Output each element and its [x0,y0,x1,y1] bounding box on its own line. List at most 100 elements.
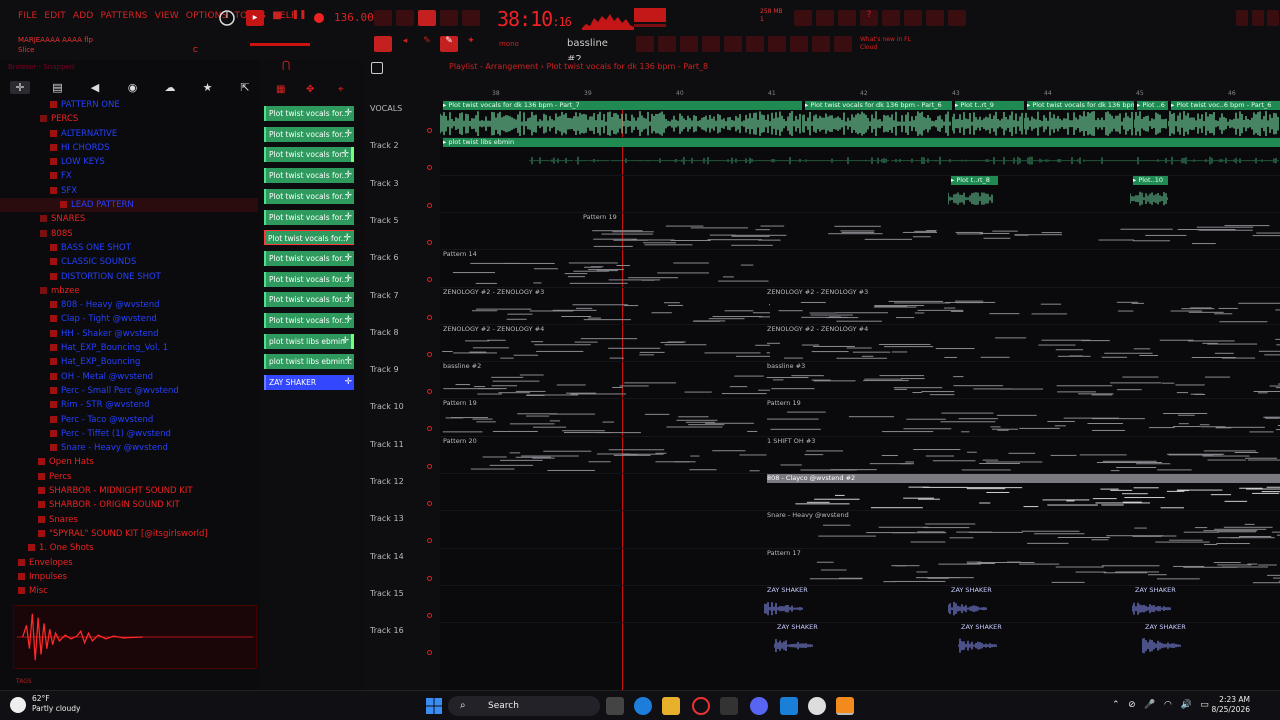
sample-waveform-preview[interactable] [13,605,257,669]
playlist-clip[interactable]: ZAY SHAKER [774,623,958,658]
channel-button[interactable]: Plot twist vocals for... ✛ [264,292,354,308]
taskbar-clock[interactable]: 2:23 AM 8/25/2026 [1210,695,1250,715]
channel-add-icon[interactable]: ✛ [344,292,352,307]
draw-tool-icon[interactable]: ✎ [418,36,436,52]
channel-add-icon[interactable]: ✛ [344,106,352,121]
window-icon-d[interactable] [702,36,720,52]
browser-folder[interactable]: Envelopes [0,556,258,570]
browser-folder[interactable]: BASS ONE SHOT [0,241,258,255]
browser-nav-icon[interactable]: ⇱ [235,81,255,94]
browser-cloud-icon[interactable]: ☁ [160,81,180,94]
browser-folder[interactable]: PATTERN ONE [0,98,258,112]
window-icon-h[interactable] [790,36,808,52]
browser-folder[interactable]: Open Hats [0,455,258,469]
toolbar-icon-b[interactable] [816,10,834,26]
track-mute-dot[interactable] [427,202,432,208]
picker-grid-icon[interactable]: ▦ [276,84,285,95]
metronome-button[interactable] [396,10,414,26]
playlist-clip[interactable]: Pattern 19 [580,213,1280,248]
menu-view[interactable]: VIEW [155,11,179,21]
browser-folder[interactable]: Snares [0,513,258,527]
track-mute-dot[interactable] [427,128,432,133]
channel-button[interactable]: Plot twist vocals for... ✛ [264,106,354,121]
fl-studio-icon[interactable] [836,697,854,715]
track-mute-dot[interactable] [427,612,432,618]
menu-file[interactable]: FILE [18,11,37,21]
track-name[interactable]: Track 15 [370,589,404,598]
channel-button[interactable]: plot twist libs ebmin ✛ [264,333,354,349]
window-icon-a[interactable] [636,36,654,52]
track-mute-dot[interactable] [427,426,432,432]
track-name[interactable]: Track 12 [370,477,404,486]
help-icon[interactable]: ? [860,10,878,26]
channel-button[interactable]: Plot twist vocals for... ✛ [264,271,354,287]
playlist-clip[interactable]: ZAY SHAKER [958,623,1142,658]
maximize-icon[interactable] [1252,10,1264,26]
tool-icon-h[interactable]: ✦ [462,36,480,52]
browser-folder[interactable]: Perc - Taco @wvstend [0,413,258,427]
playlist-clip[interactable]: ▸ Plot t..rt_8 [948,175,998,211]
track-mute-dot[interactable] [427,650,432,656]
track-name[interactable]: Track 8 [370,328,399,337]
browser-globe-icon[interactable]: ◉ [123,81,143,94]
blend-notes-button[interactable] [440,10,458,26]
browser-folder[interactable]: FX [0,169,258,183]
playlist-clip[interactable]: 808 - Clayco @wvstend #2 [764,474,1280,509]
playlist-clip[interactable]: Pattern 14 [440,250,770,285]
playlist-clip[interactable]: ▸ Plot twist vocals for dk 136 bpm - Par… [1024,101,1134,137]
window-icon-g[interactable] [768,36,786,52]
browser-folder[interactable]: Hat_EXP_Bouncing_Vol. 1 [0,341,258,355]
playlist-clip[interactable]: ZENOLOGY #2 - ZENOLOGY #4 [440,325,770,360]
channel-add-icon[interactable]: ✛ [344,313,352,328]
window-icon-b[interactable] [658,36,676,52]
track-mute-dot[interactable] [427,463,432,469]
track-name[interactable]: Track 16 [370,626,404,635]
browser-folder[interactable]: SHARBOR - ORIGIN SOUND KIT [0,498,258,512]
master-volume-knob[interactable] [218,9,236,27]
weather-widget[interactable]: 62°F Partly cloudy [32,694,80,714]
magnet-icon[interactable]: ⋂ [282,60,290,71]
window-icon-e[interactable] [724,36,742,52]
channel-button[interactable]: Plot twist vocals for... ✛ [264,230,354,246]
browser-folder[interactable]: ALTERNATIVE [0,127,258,141]
paint-tool-icon[interactable]: ✎ [440,36,458,52]
song-position-display[interactable]: 38:10:16 [497,7,572,31]
picker-eye-icon[interactable]: ⌖ [338,84,344,95]
app-icon-blue[interactable] [780,697,798,715]
toolbar-icon-a[interactable] [794,10,812,26]
browser-folder[interactable]: SHARBOR - MIDNIGHT SOUND KIT [0,484,258,498]
track-mute-dot[interactable] [427,575,432,581]
playlist-clip[interactable]: Pattern 17 [764,549,1280,584]
browser-folder[interactable]: Misc [0,584,258,598]
browser-folder[interactable]: Impulses [0,570,258,584]
playlist-clip[interactable]: Pattern 19 [764,399,1280,434]
playlist-clip[interactable]: ZENOLOGY #2 - ZENOLOGY #3 [764,288,1280,323]
toolbar-icon-e[interactable] [904,10,922,26]
window-icon-f[interactable] [746,36,764,52]
track-name[interactable]: Track 7 [370,291,399,300]
file-explorer-icon[interactable] [662,697,680,715]
countdown-button[interactable] [418,10,436,26]
discord-icon[interactable] [750,697,768,715]
track-mute-dot[interactable] [427,277,432,283]
channel-add-icon[interactable]: ✛ [344,375,352,390]
app-icon-red[interactable] [692,697,710,715]
browser-folder[interactable]: Perc - Small Perc @wvstend [0,384,258,398]
browser-folder[interactable]: Hat_EXP_Bouncing [0,355,258,369]
mono-selector[interactable]: mono [499,40,519,48]
timeline-ruler[interactable]: 38 39 40 41 42 43 44 45 46 [440,88,1280,100]
toolbar-icon-d[interactable] [882,10,900,26]
master-pitch-slider[interactable] [250,43,310,46]
system-tray[interactable]: ⌃ ⊘ 🎤 ◠ 🔊 ▭ [1112,700,1209,710]
news-panel[interactable]: What's new in FL Cloud [860,36,911,52]
browser-folder[interactable]: Rim - STR @wvstend [0,398,258,412]
channel-button[interactable]: ZAY SHAKER ✛ [264,375,354,391]
browser-folder[interactable]: Clap - Tight @wvstend [0,312,258,326]
playlist-clip[interactable]: bassline #2 [440,362,770,397]
playlist-clip[interactable]: ▸ Plot twist voc..6 bpm - Part_6 [1168,101,1280,137]
track-name[interactable]: Track 2 [370,141,399,150]
browser-add-icon[interactable]: ✛ [10,80,30,94]
playlist-zoom-icon[interactable] [371,62,383,74]
browser-folder[interactable]: LEAD PATTERN [0,198,258,213]
playlist-clip[interactable]: ▸ Plot ..6 [1134,101,1168,136]
